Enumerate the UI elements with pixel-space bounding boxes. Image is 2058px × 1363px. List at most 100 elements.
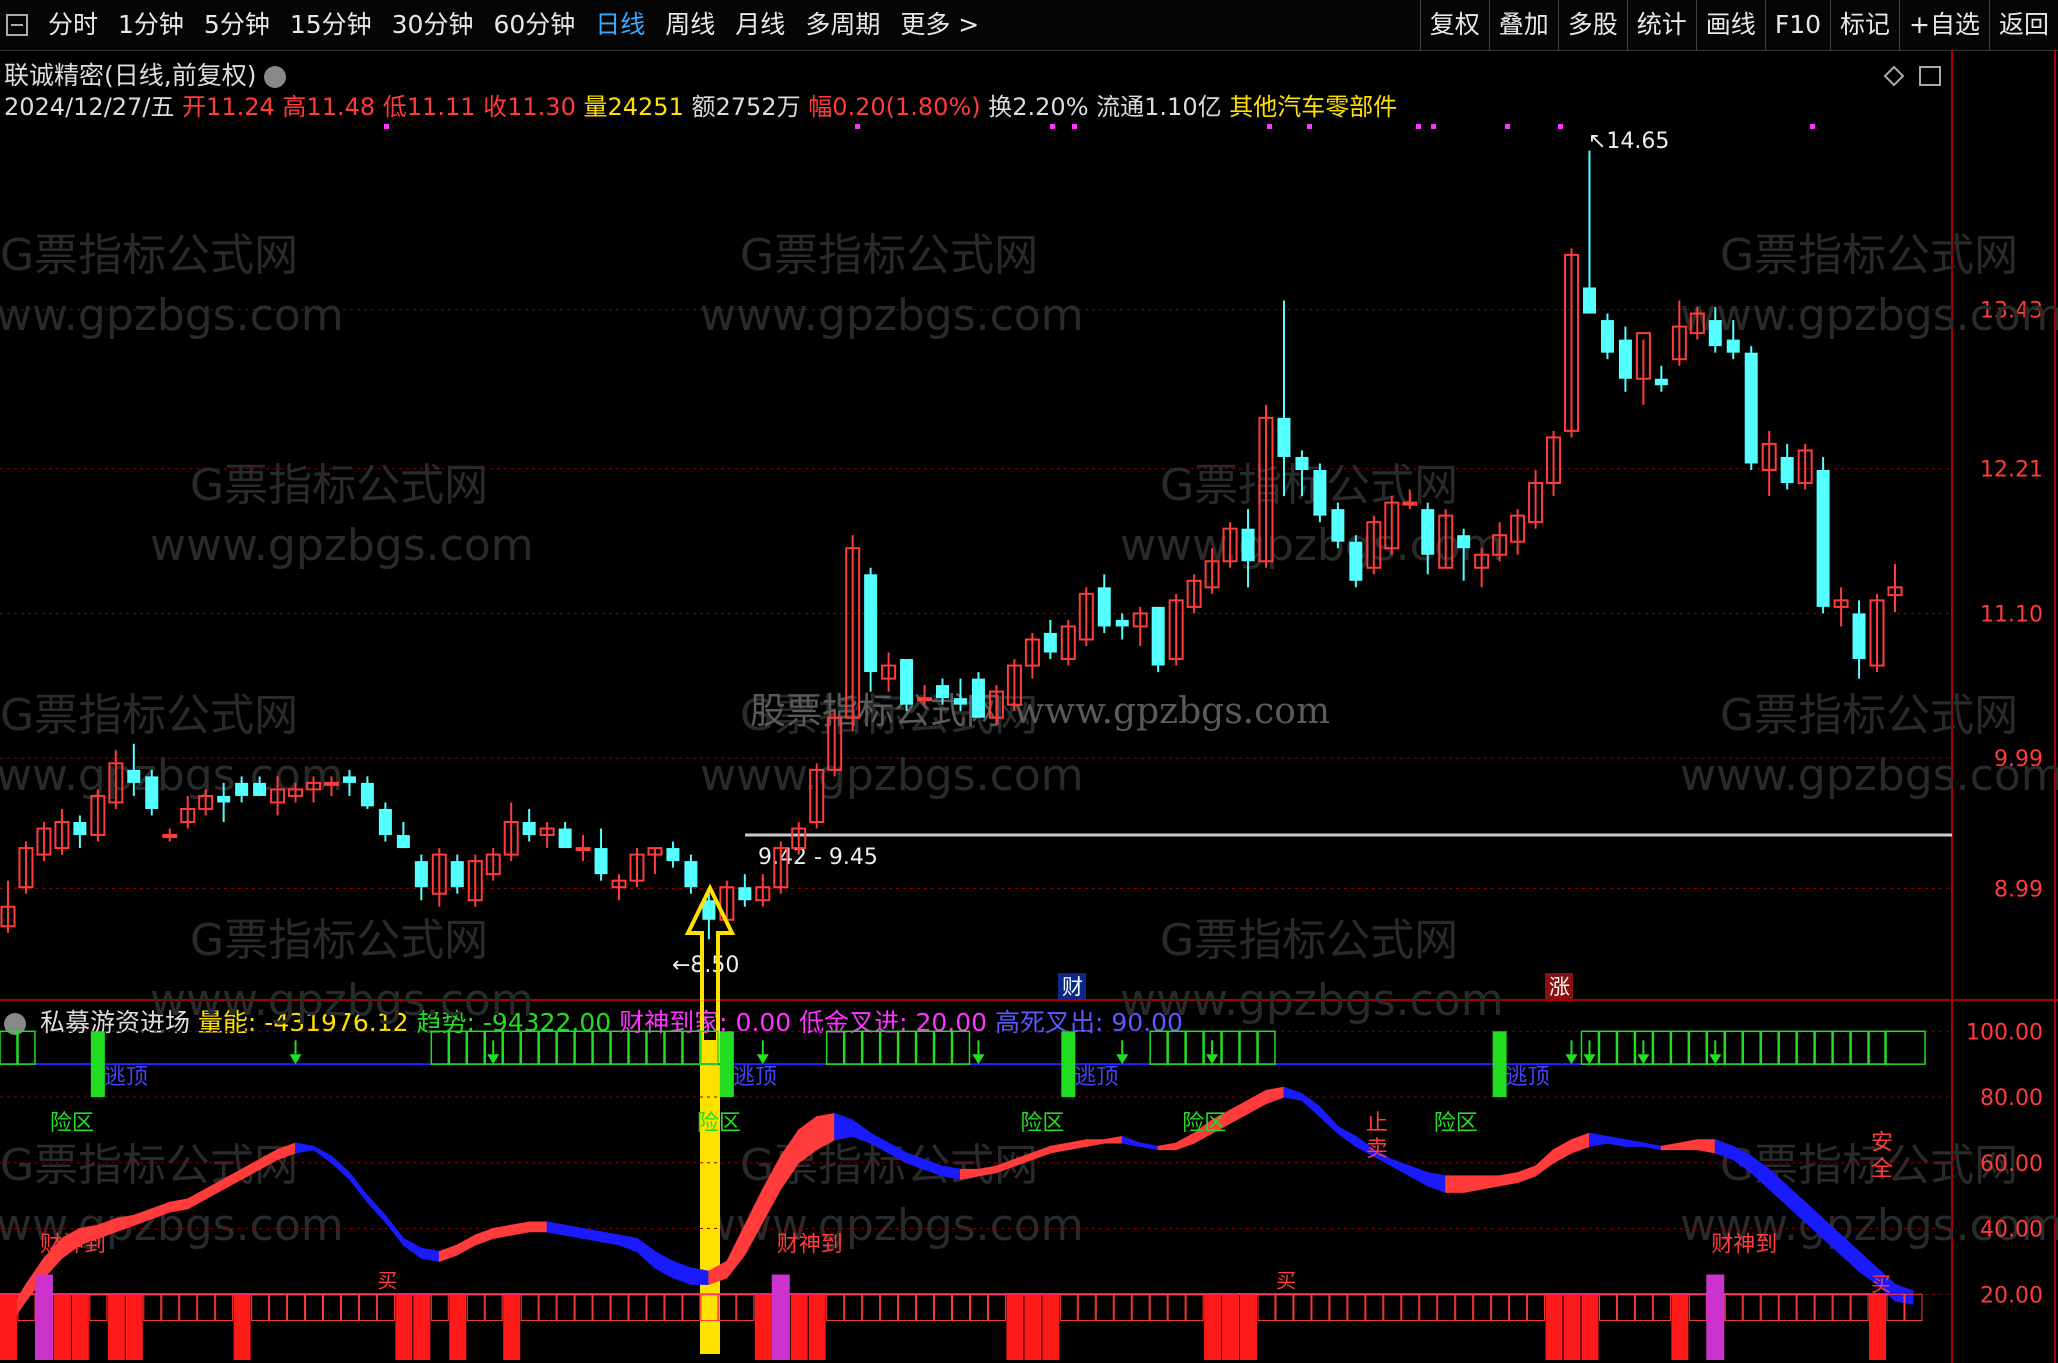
trend-ribbon-segment — [348, 1171, 368, 1204]
volume-bar-hollow — [1329, 1293, 1348, 1322]
volume-bar-hollow — [862, 1293, 881, 1322]
signal-dot — [384, 124, 389, 129]
buy-label: 买 — [377, 1269, 397, 1293]
volume-bar-filled — [125, 1294, 143, 1360]
volume-bar-hollow — [305, 1293, 323, 1322]
y-tick-label: 8.99 — [1994, 877, 2043, 902]
signal-dot — [855, 124, 860, 129]
candle-body-down — [1708, 320, 1722, 347]
trend-ribbon-segment — [582, 1227, 602, 1243]
diamond-icon — [1883, 65, 1905, 87]
ind-y-tick-label: 80.00 — [1980, 1086, 2043, 1111]
trend-ribbon-segment — [1481, 1175, 1501, 1190]
volume-bar-hollow — [1814, 1293, 1833, 1322]
volume-bar-hollow — [1455, 1293, 1474, 1322]
candle-body-down — [217, 795, 231, 803]
trend-comb-bar — [1850, 1030, 1869, 1065]
watermark-text: G票指标公式网 — [190, 915, 488, 966]
trend-ribbon-segment — [1229, 1099, 1249, 1125]
candle-body-down — [360, 782, 374, 807]
volume-bar-filled — [107, 1294, 125, 1360]
trend-comb-bar — [1814, 1030, 1833, 1065]
escape-top-label: 逃顶 — [1506, 1065, 1550, 1090]
trend-ribbon-segment — [1642, 1142, 1662, 1151]
watermark-text: G票指标公式网 — [0, 230, 298, 281]
candle-body-down — [684, 861, 698, 888]
trend-comb-bar — [448, 1030, 468, 1065]
watermark-url: www.gpzbgs.com — [150, 975, 534, 1026]
volume-bar-hollow — [610, 1293, 629, 1322]
signal-dot — [1307, 124, 1312, 129]
volume-bar-hollow — [844, 1293, 863, 1322]
volume-bar-hollow — [358, 1293, 377, 1322]
volume-bar-hollow — [592, 1293, 611, 1322]
trend-ribbon-segment — [1121, 1135, 1141, 1147]
trend-ribbon-segment — [1445, 1175, 1465, 1193]
watermark-url: www.gpzbgs.com — [0, 290, 344, 341]
volume-bar-hollow — [628, 1293, 647, 1322]
volume-bar-filled — [1671, 1294, 1689, 1360]
buy-label: 买 — [1276, 1269, 1296, 1293]
trend-ribbon-segment — [492, 1224, 512, 1239]
ind-y-tick-label: 100.00 — [1966, 1020, 2043, 1045]
signal-dot — [1050, 124, 1055, 129]
volume-bar-hollow — [1742, 1293, 1761, 1322]
escape-top-label: 逃顶 — [733, 1065, 777, 1090]
trend-ribbon-segment — [528, 1221, 548, 1233]
trend-comb-bar — [843, 1030, 863, 1065]
ind-y-tick-label: 40.00 — [1980, 1218, 2043, 1243]
watermark-url: www.gpzbgs.com — [0, 750, 344, 801]
down-arrow-icon — [1116, 1054, 1129, 1065]
volume-bar-filled — [1240, 1294, 1258, 1360]
candle-body-down — [1295, 456, 1309, 470]
stop-sell-label-1: 止 — [1366, 1111, 1388, 1136]
trend-comb-bar — [897, 1030, 917, 1065]
volume-bar-hollow — [952, 1293, 970, 1322]
volume-bar-hollow — [484, 1293, 503, 1322]
candle-body-down — [1457, 535, 1471, 549]
watermark-url: www.gpzbgs.com — [1680, 290, 2058, 341]
volume-bar-hollow — [466, 1293, 485, 1322]
volume-bar-hollow — [1275, 1293, 1294, 1322]
volume-bar-hollow — [1167, 1293, 1186, 1322]
volume-bar-hollow — [287, 1293, 306, 1322]
candle-body-down — [1313, 470, 1327, 516]
volume-bar-hollow — [1509, 1293, 1528, 1322]
candle-body-down — [235, 782, 249, 796]
danger-label: 险区 — [1434, 1111, 1478, 1136]
trend-comb-bar — [502, 1030, 521, 1065]
trend-ribbon-segment — [1553, 1138, 1573, 1164]
trend-comb-bar — [915, 1030, 935, 1065]
trend-comb-bar — [430, 1030, 450, 1065]
volume-bar-hollow — [1383, 1293, 1402, 1322]
trend-ribbon-segment — [1409, 1165, 1429, 1187]
volume-bar-hollow — [880, 1293, 899, 1322]
candle-body-down — [1852, 613, 1866, 660]
candle-body-down — [953, 698, 967, 705]
volume-bar-hollow — [520, 1293, 539, 1322]
candle-body-down — [558, 828, 572, 849]
volume-bar-filled — [1222, 1294, 1240, 1360]
volume-bar-hollow — [916, 1293, 935, 1322]
candle-body-down — [414, 861, 428, 888]
kline-chart[interactable]: 13.4312.2111.109.998.99G票指标公式网www.gpzbgs… — [0, 0, 2058, 1363]
watermark-text: G票指标公式网 — [740, 230, 1038, 281]
volume-bar-filled — [503, 1294, 521, 1360]
trend-ribbon-segment — [1067, 1139, 1087, 1151]
volume-bar-hollow — [1401, 1293, 1420, 1322]
trend-comb-bar — [1185, 1030, 1204, 1065]
trend-ribbon-segment — [1049, 1142, 1069, 1154]
volume-bar-hollow — [1113, 1293, 1132, 1322]
trend-ribbon-segment — [1085, 1139, 1105, 1147]
trend-ribbon-segment — [438, 1244, 458, 1263]
volume-bar-filled — [808, 1294, 826, 1360]
down-arrow-icon — [1206, 1054, 1219, 1065]
volume-bar-hollow — [664, 1293, 683, 1322]
trend-ribbon-segment — [456, 1234, 476, 1256]
volume-bar-hollow — [215, 1293, 234, 1322]
trend-ribbon-segment — [1319, 1105, 1339, 1135]
trend-ribbon-segment — [384, 1213, 404, 1247]
trend-ribbon-segment — [546, 1221, 566, 1236]
trend-ribbon-segment — [1499, 1172, 1519, 1187]
candle-body-down — [73, 822, 87, 836]
